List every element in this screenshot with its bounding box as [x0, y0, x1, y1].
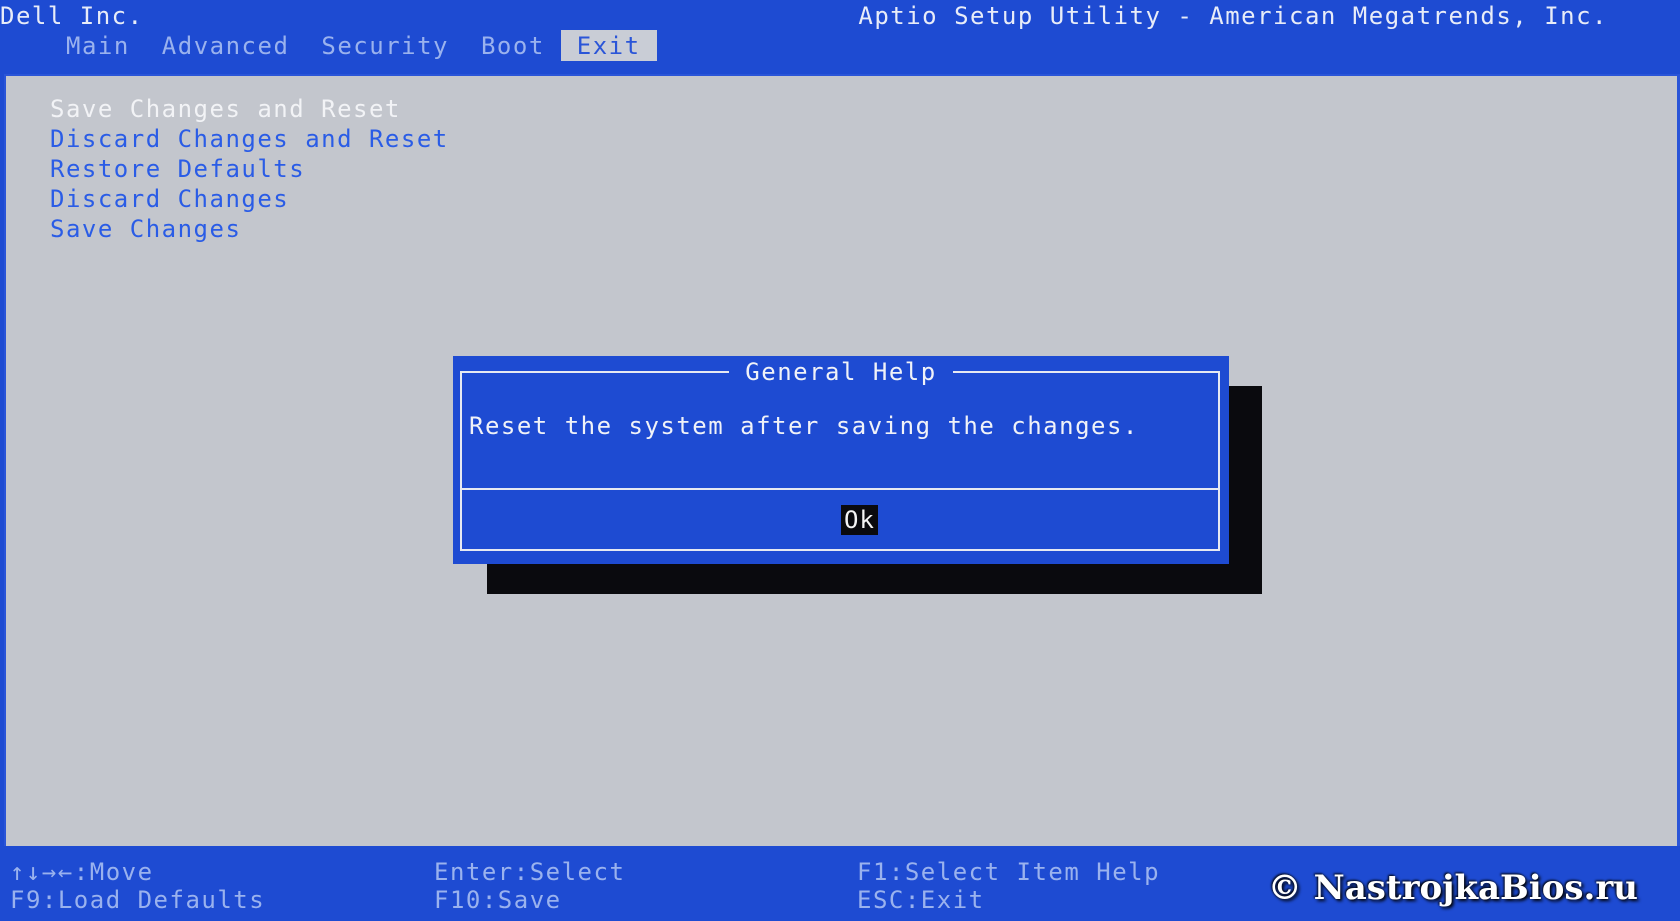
- tab-advanced[interactable]: Advanced: [146, 30, 306, 61]
- tab-boot[interactable]: Boot: [465, 30, 561, 61]
- tab-bar: Main Advanced Security Boot Exit: [50, 30, 657, 61]
- dialog-frame: [460, 371, 1220, 551]
- help-move: ↑↓→←:Move: [10, 858, 154, 886]
- watermark: © NastrojkaBios.ru: [1267, 868, 1638, 908]
- tab-exit[interactable]: Exit: [560, 30, 657, 61]
- help-select: Enter:Select: [434, 858, 626, 886]
- utility-title: Aptio Setup Utility - American Megatrend…: [858, 2, 1608, 30]
- dialog-title: General Help: [729, 358, 953, 386]
- menu-item-save-changes[interactable]: Save Changes: [50, 214, 449, 244]
- help-exit: ESC:Exit: [857, 886, 985, 914]
- dialog-divider: [460, 488, 1220, 490]
- vendor-name: Dell Inc.: [0, 2, 144, 30]
- ok-button[interactable]: Ok: [841, 505, 878, 535]
- bios-screen: Dell Inc. Aptio Setup Utility - American…: [0, 0, 1680, 921]
- tab-security[interactable]: Security: [305, 30, 465, 61]
- dialog-message: Reset the system after saving the change…: [469, 412, 1139, 440]
- menu-item-discard-changes-and-reset[interactable]: Discard Changes and Reset: [50, 124, 449, 154]
- menu-item-discard-changes[interactable]: Discard Changes: [50, 184, 449, 214]
- menu-item-save-changes-and-reset[interactable]: Save Changes and Reset: [50, 94, 449, 124]
- help-load-defaults: F9:Load Defaults: [10, 886, 266, 914]
- help-save: F10:Save: [434, 886, 562, 914]
- help-item-help: F1:Select Item Help: [857, 858, 1161, 886]
- tab-main[interactable]: Main: [50, 30, 146, 61]
- general-help-dialog: General Help Reset the system after savi…: [453, 356, 1229, 564]
- exit-menu: Save Changes and Reset Discard Changes a…: [50, 94, 449, 244]
- dialog-title-row: General Help: [453, 356, 1229, 388]
- menu-item-restore-defaults[interactable]: Restore Defaults: [50, 154, 449, 184]
